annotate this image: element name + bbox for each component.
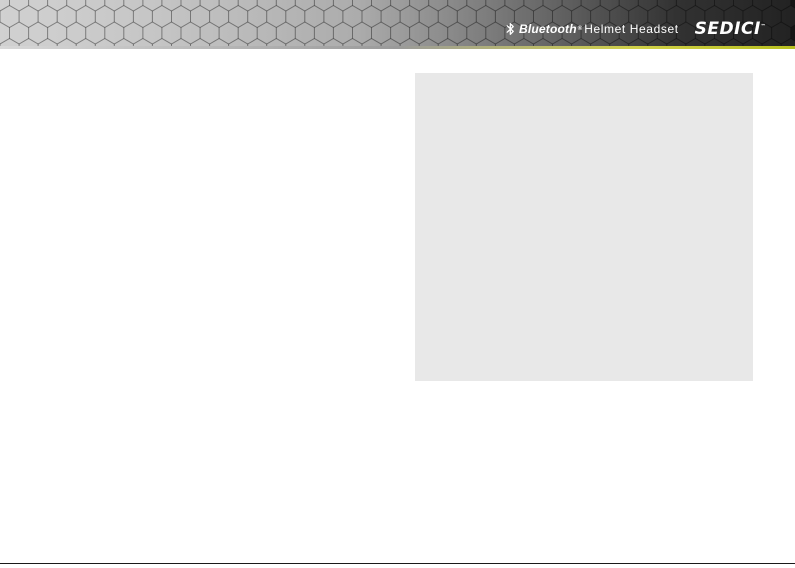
- manual-page: Bluetooth ® Helmet Headset SEDICI™: [0, 0, 795, 568]
- grey-content-panel: [415, 73, 753, 381]
- bottom-rule: [0, 563, 795, 564]
- header-accent-line: [0, 46, 795, 49]
- header-banner: Bluetooth ® Helmet Headset SEDICI™: [0, 0, 795, 49]
- product-name: Helmet Headset: [584, 22, 679, 36]
- bluetooth-wordmark: Bluetooth: [519, 22, 577, 36]
- logo-trademark: ™: [760, 23, 767, 30]
- brand-row: Bluetooth ® Helmet Headset SEDICI™: [506, 19, 766, 39]
- sedici-logo: SEDICI™: [695, 19, 767, 39]
- registered-mark: ®: [577, 26, 583, 32]
- logo-text: SEDICI: [694, 19, 761, 39]
- bluetooth-icon: [506, 22, 515, 36]
